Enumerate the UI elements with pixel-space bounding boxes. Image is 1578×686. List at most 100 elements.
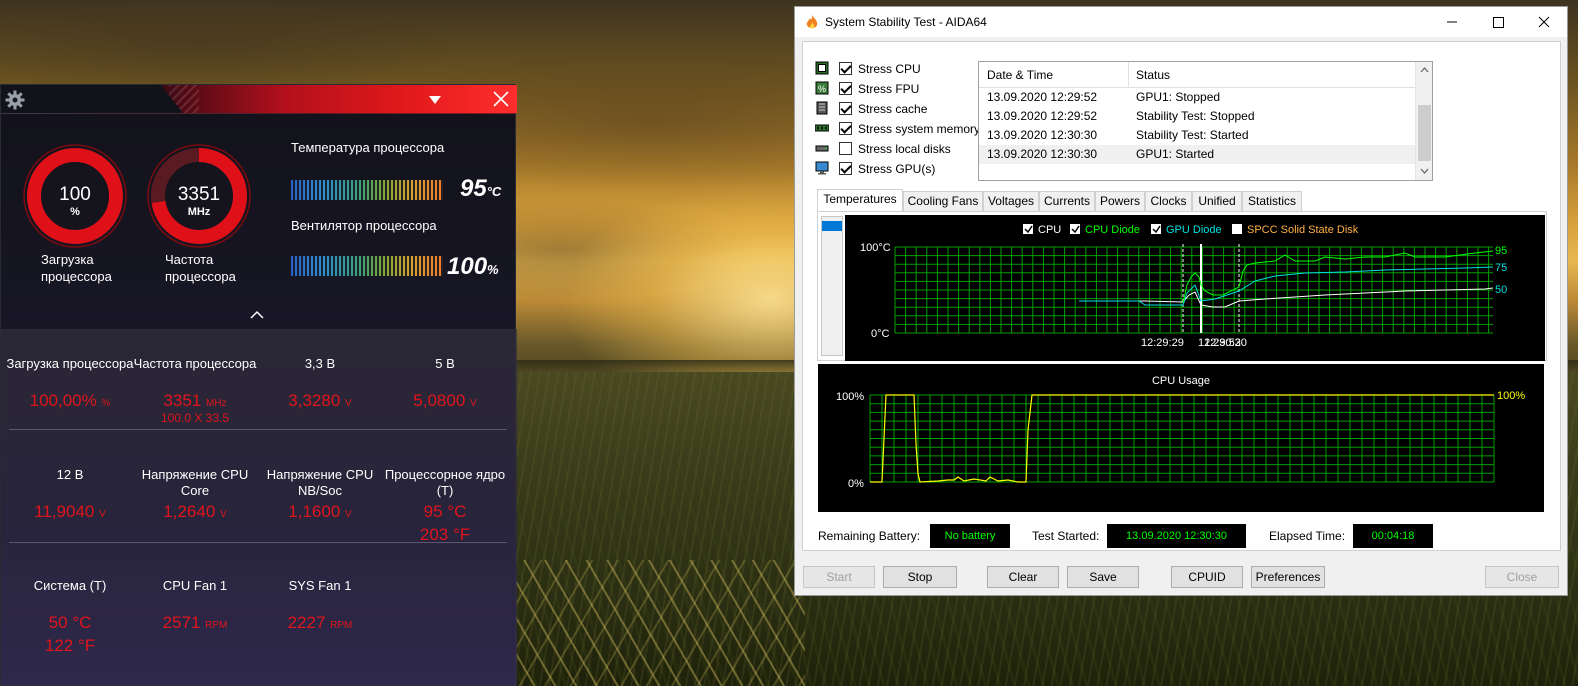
tab-currents[interactable]: Currents <box>1039 191 1095 211</box>
tab-temperatures[interactable]: Temperatures <box>817 189 903 213</box>
legend-cpu-label: CPU <box>1038 224 1061 236</box>
temp-y-axis-bottom: 0°C <box>871 328 890 340</box>
cpuid-button[interactable]: CPUID <box>1171 566 1243 588</box>
tab-statistics[interactable]: Statistics <box>1242 191 1302 211</box>
log-row[interactable]: 13.09.2020 12:29:52 GPU1: Stopped <box>979 88 1416 107</box>
close-icon[interactable] <box>491 89 511 109</box>
sensor-value-fahrenheit: 122 °F <box>44 636 96 655</box>
stress-cache-option[interactable]: Stress cache <box>815 99 985 119</box>
sensor-system-temperature: Система (T) 50 °C 122 °F <box>6 578 134 656</box>
stress-disks-option[interactable]: Stress local disks <box>815 139 985 159</box>
cpu-temperature-number: 95 <box>460 175 487 202</box>
close-button[interactable] <box>1521 7 1567 37</box>
sensor-value: 5,0800 V <box>381 391 509 411</box>
cpu-fan-value: 100% <box>447 253 499 281</box>
close-window-button[interactable]: Close <box>1485 566 1559 588</box>
sensor-multiplier: 100.0 X 33.5 <box>160 411 230 425</box>
start-button[interactable]: Start <box>803 566 875 588</box>
sensor-value-unit: V <box>345 509 352 520</box>
sensor-title: Система (T) <box>33 578 107 593</box>
battery-label: Remaining Battery: <box>818 529 921 543</box>
test-started-value: 13.09.2020 12:30:30 <box>1107 524 1246 548</box>
cpu-load-unit: % <box>70 206 80 218</box>
sensor-value-number: 5,0800 <box>413 391 466 410</box>
sensor-value-unit: RPM <box>330 620 353 631</box>
cpu-fan-title: Вентилятор процессора <box>291 218 437 233</box>
stress-cpu-label: Stress CPU <box>858 62 921 76</box>
log-row[interactable]: 13.09.2020 12:30:30 GPU1: Started <box>979 145 1416 164</box>
tab-cooling-fans[interactable]: Cooling Fans <box>903 191 983 211</box>
cpu-temperature-title: Температура процессора <box>291 140 445 155</box>
tab-powers[interactable]: Powers <box>1095 191 1145 211</box>
column-header-status[interactable]: Status <box>1136 68 1170 82</box>
sensor-value-number: 1,2640 <box>163 502 216 521</box>
svg-text:%: % <box>818 84 826 94</box>
legend-ssd-checkbox[interactable] <box>1232 224 1242 234</box>
cpu-temperature-unit: °C <box>486 184 502 199</box>
stress-cpu-option[interactable]: Stress CPU <box>815 59 985 79</box>
status-bar: Remaining Battery: No battery Test Start… <box>818 524 1548 548</box>
stress-memory-option[interactable]: Stress system memory <box>815 119 985 139</box>
cpu-frequency-value: 3351 <box>177 184 221 205</box>
column-divider <box>1128 62 1129 88</box>
sensor-value: 3351 MHz <box>131 391 259 411</box>
sensor-value-number: 100,00% <box>29 391 97 410</box>
stop-button[interactable]: Stop <box>883 566 957 588</box>
wheat-stalks <box>515 560 805 686</box>
widget-titlebar <box>1 85 517 113</box>
sensor-3v3: 3,3 B 3,3280 V <box>256 356 384 411</box>
stress-memory-label: Stress system memory <box>858 122 981 136</box>
sensor-selector-item[interactable] <box>822 221 842 231</box>
stress-cpu-checkbox[interactable] <box>839 62 852 75</box>
stress-gpu-checkbox[interactable] <box>839 162 852 175</box>
clear-button[interactable]: Clear <box>987 566 1059 588</box>
stress-cache-label: Stress cache <box>858 102 928 116</box>
sensor-5v: 5 B 5,0800 V <box>381 356 509 411</box>
cpu-load-value: 100 <box>59 184 91 205</box>
sensor-selector[interactable] <box>821 216 843 356</box>
cpu-fan-bar <box>291 256 443 276</box>
graph-background <box>845 215 1545 361</box>
stress-cache-checkbox[interactable] <box>839 102 852 115</box>
log-status: Stability Test: Stopped <box>1136 109 1255 123</box>
maximize-button[interactable] <box>1475 7 1521 37</box>
log-status: GPU1: Started <box>1136 147 1215 161</box>
tab-unified[interactable]: Unified <box>1192 191 1242 211</box>
dropdown-arrow-icon[interactable] <box>428 93 442 105</box>
tab-clocks[interactable]: Clocks <box>1145 191 1192 211</box>
temperature-graph: CPU CPU Diode GPU Diode SPCC Solid State… <box>845 215 1545 361</box>
sensor-value-unit: V <box>470 398 477 409</box>
stress-memory-checkbox[interactable] <box>839 122 852 135</box>
sensor-title: Напряжение CPU NB/Soc <box>266 467 374 498</box>
cpu-y-axis-bottom: 0% <box>848 478 864 490</box>
stress-gpu-option[interactable]: Stress GPU(s) <box>815 159 985 179</box>
cpu-y-axis-top: 100% <box>836 391 864 403</box>
minimize-button[interactable] <box>1429 7 1475 37</box>
save-button[interactable]: Save <box>1067 566 1139 588</box>
sensor-value-unit: V <box>99 509 106 520</box>
column-header-datetime[interactable]: Date & Time <box>987 68 1053 82</box>
log-header: Date & Time Status <box>979 62 1416 88</box>
legend-cpu-diode-label: CPU Diode <box>1085 224 1140 236</box>
log-row[interactable]: 13.09.2020 12:29:52 Stability Test: Stop… <box>979 107 1416 126</box>
red-accent-bar <box>161 85 517 113</box>
sensor-value-unit: MHz <box>206 398 227 409</box>
sensor-value-number: 11,9040 <box>34 502 95 521</box>
sensor-value: 2227 RPM <box>256 613 384 633</box>
event-log-list[interactable]: Date & Time Status 13.09.2020 12:29:52 G… <box>978 61 1433 181</box>
cpu-frequency-label: Частота процессора <box>165 251 236 285</box>
stress-disks-checkbox[interactable] <box>839 142 852 155</box>
cpu-fan-unit: % <box>487 262 499 277</box>
tab-voltages[interactable]: Voltages <box>983 191 1039 211</box>
stress-fpu-option[interactable]: % Stress FPU <box>815 79 985 99</box>
log-scrollbar[interactable] <box>1415 62 1432 180</box>
sensor-cpu-nb-soc-voltage: Напряжение CPU NB/Soc 1,1600 V <box>256 467 384 522</box>
sensor-value-unit: V <box>220 509 227 520</box>
gear-icon[interactable] <box>5 90 25 110</box>
log-row[interactable]: 13.09.2020 12:30:30 Stability Test: Star… <box>979 126 1416 145</box>
stress-fpu-checkbox[interactable] <box>839 82 852 95</box>
window-titlebar: System Stability Test - AIDA64 <box>795 7 1567 37</box>
chevron-up-icon[interactable] <box>250 307 264 319</box>
scrollbar-thumb[interactable] <box>1418 105 1431 161</box>
preferences-button[interactable]: Preferences <box>1251 566 1325 588</box>
